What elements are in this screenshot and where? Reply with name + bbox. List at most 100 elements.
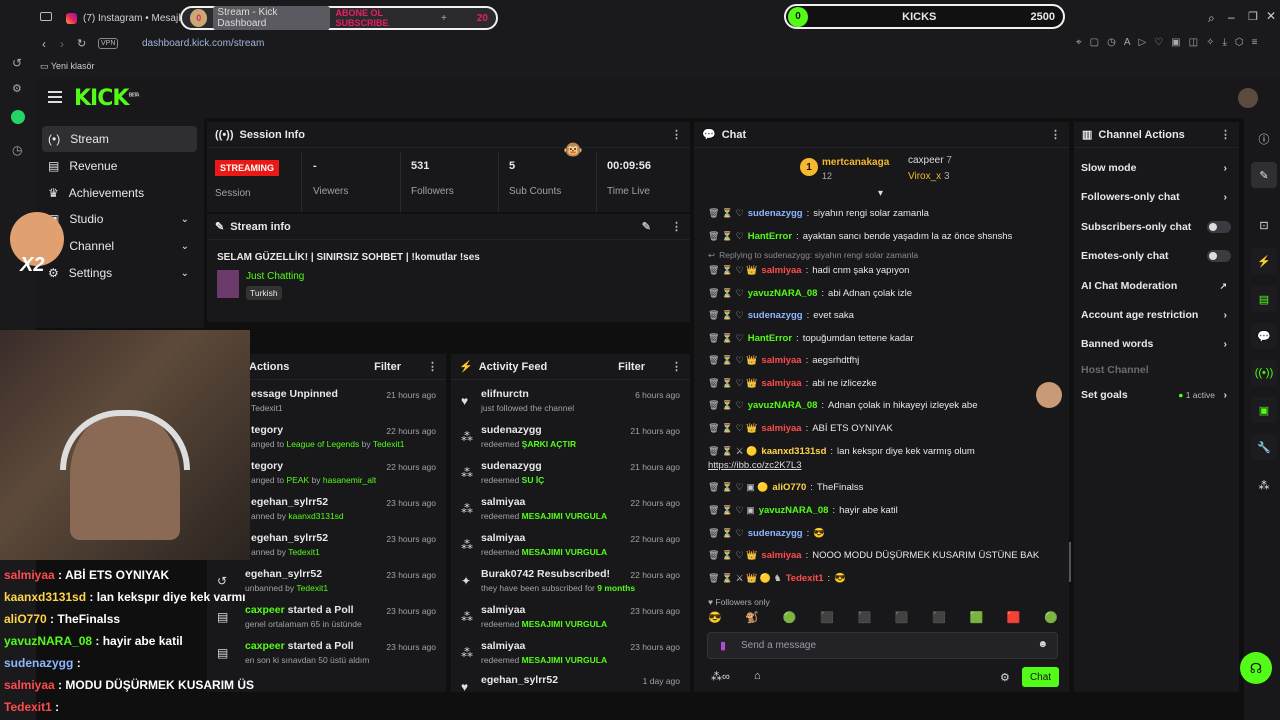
back-icon[interactable]: ‹	[42, 37, 46, 51]
chat-message[interactable]: 🗑 ⏳ ♡ ▣ yavuzNARA_08: hayir abe katil	[708, 503, 898, 517]
chat-user[interactable]: yavuzNARA_08	[748, 288, 818, 299]
info-icon[interactable]: ⓘ	[1251, 126, 1277, 152]
send-chat-button[interactable]: Chat	[1022, 667, 1059, 687]
kebab-icon[interactable]: ⋮	[671, 128, 682, 141]
banned-words-item[interactable]: Banned words ›	[1081, 335, 1231, 353]
whatsapp-icon[interactable]	[11, 110, 25, 124]
slow-mode-item[interactable]: Slow mode ›	[1081, 159, 1231, 177]
nav-item-achievements[interactable]: ♛ Achievements	[42, 180, 197, 206]
emote-icon[interactable]: ⬛	[820, 611, 834, 627]
vpn-badge[interactable]: VPN	[98, 38, 119, 49]
extensions-icon[interactable]: ⚙	[12, 82, 22, 95]
chat-message[interactable]: 🗑 ⏳ ♡ HantError: ayaktan sancı bende yaşad…	[708, 229, 1012, 243]
nav-item-studio[interactable]: ▣Studio⌄	[42, 206, 197, 232]
chat-icon[interactable]: 💬	[1251, 323, 1277, 349]
emoji-icon[interactable]: ☻	[1037, 639, 1048, 650]
collapse-icon[interactable]: ▾	[878, 188, 883, 199]
category-link[interactable]: Just Chatting	[246, 271, 304, 282]
ai-moderation-item[interactable]: AI Chat Moderation ↗	[1081, 277, 1231, 295]
clock-icon[interactable]: ◷	[12, 143, 22, 157]
emote-icon[interactable]: ⬛	[932, 611, 946, 627]
kick-logo[interactable]: KICKBETA	[74, 86, 140, 111]
snapshot-icon[interactable]: ▢	[1090, 37, 1099, 48]
filter-button[interactable]: Filter	[374, 361, 401, 373]
nav-item-stream[interactable]: (•) Stream	[42, 126, 197, 152]
bookmark-folder[interactable]: ▭ Yeni klasör	[40, 61, 95, 72]
search-icon[interactable]: ⌕	[1208, 11, 1215, 26]
translate-icon[interactable]: A	[1124, 37, 1131, 48]
screenshot-icon[interactable]: ⊡	[1251, 212, 1277, 238]
store-icon[interactable]: ⌂	[754, 670, 761, 682]
emote-icon[interactable]: ⬛	[895, 611, 909, 627]
chat-user[interactable]: yavuzNARA_08	[748, 400, 818, 411]
emote-icon[interactable]: 🟢	[1044, 611, 1058, 627]
emotes-only-toggle[interactable]	[1207, 250, 1231, 262]
chat-user[interactable]: salmiyaa	[761, 550, 801, 561]
kebab-icon[interactable]: ⋮	[671, 220, 682, 233]
play-icon[interactable]: ▷	[1139, 37, 1147, 48]
points-icon[interactable]: ⁂∞	[711, 670, 730, 683]
url-field[interactable]: dashboard.kick.com/stream	[142, 38, 264, 49]
notes-icon[interactable]: ▤	[1251, 286, 1277, 312]
chat-input[interactable]: ▮ Send a message ☻	[707, 632, 1058, 659]
gear-icon[interactable]: ⚙	[1000, 671, 1010, 684]
tabs-icon[interactable]	[40, 12, 52, 21]
hamburger-icon[interactable]	[48, 91, 62, 103]
maximize-icon[interactable]: ❐	[1248, 10, 1258, 23]
pin-icon[interactable]: ⌖	[1076, 37, 1082, 48]
emote-icon[interactable]: 🟢	[783, 611, 797, 627]
chat-message[interactable]: 🗑 ⏳ ♡ yavuzNARA_08: Adnan çolak in hikayey…	[708, 398, 978, 412]
chat-message[interactable]: 🗑 ⏳ ♡ HantError: topuğumdan tettene kadar	[708, 331, 914, 345]
emote-icon[interactable]: 🟩	[970, 611, 984, 627]
forward-icon[interactable]: ›	[60, 37, 64, 51]
chat-message[interactable]: 🗑 ⏳ ♡ ▣ 🟡 aliO770: TheFinalss	[708, 480, 863, 494]
puzzle-icon[interactable]: ✧	[1206, 37, 1214, 48]
chat-user[interactable]: Tedexit1	[786, 573, 824, 584]
edit-icon[interactable]: ✎	[1251, 162, 1277, 188]
chat-message[interactable]: 🗑 ⏳ ♡ 👑 salmiyaa: aegsrhdtfhj	[708, 353, 859, 367]
more-icon[interactable]: ≡	[1252, 37, 1258, 48]
microphone-icon[interactable]: ▮	[720, 639, 726, 652]
nav-item-settings[interactable]: ⚙ Settings ⌄	[42, 260, 197, 286]
history-icon[interactable]: ↺	[12, 56, 22, 70]
chat-user[interactable]: kaanxd3131sd	[761, 446, 826, 457]
chat-message[interactable]: 🗑 ⏳ ⚔ 🟡 kaanxd3131sd: lan kekspır diye kek…	[708, 444, 975, 458]
chat-user[interactable]: sudenazygg	[748, 310, 803, 321]
chat-message[interactable]: 🗑 ⏳ ♡ 👑 salmiyaa: hadi cnm şaka yapıyon	[708, 263, 909, 277]
nav-item-revenue[interactable]: ▤ Revenue	[42, 153, 197, 179]
chat-user[interactable]: yavuzNARA_08	[759, 505, 829, 516]
emote-icon[interactable]: ⬛	[857, 611, 871, 627]
extension-icon[interactable]: ▣	[1171, 37, 1180, 48]
heart-icon[interactable]: ♡	[1154, 37, 1163, 48]
emote-icon[interactable]: 🐒	[745, 611, 759, 627]
chat-user[interactable]: HantError	[748, 231, 792, 242]
chat-link[interactable]: https://ibb.co/zc2K7L3	[708, 458, 801, 472]
chat-message[interactable]: 🗑 ⏳ ♡ sudenazygg: 😎	[708, 526, 825, 540]
kebab-icon[interactable]: ⋮	[427, 360, 438, 373]
subscribers-only-item[interactable]: Subscribers-only chat	[1081, 218, 1231, 236]
nav-item-channel[interactable]: ▦Channel⌄	[42, 233, 197, 259]
followers-only-item[interactable]: Followers-only chat ›	[1081, 188, 1231, 206]
chat-message[interactable]: 🗑 ⏳ ♡ 👑 salmiyaa: NOOO MODU DÜŞÜRMEK KUSAR…	[708, 548, 1039, 562]
chat-message[interactable]: 🗑 ⏳ ♡ yavuzNARA_08: abi Adnan çolak izle	[708, 286, 912, 300]
support-button[interactable]: ☊	[1240, 652, 1272, 684]
points-icon[interactable]: ⁂	[1251, 472, 1277, 498]
tab-instagram[interactable]: (7) Instagram • Mesajlar	[58, 6, 197, 30]
emote-icon[interactable]: 🟥	[1007, 611, 1021, 627]
emote-icon[interactable]: 😎	[708, 611, 722, 627]
bolt-icon[interactable]: ⚡	[1251, 248, 1277, 274]
chat-user[interactable]: salmiyaa	[761, 355, 801, 366]
avatar[interactable]	[1238, 88, 1258, 108]
kebab-icon[interactable]: ⋮	[1220, 128, 1231, 141]
chat-user[interactable]: aliO770	[772, 482, 806, 493]
chat-message[interactable]: 🗑 ⏳ ♡ sudenazygg: siyahın rengi solar zama…	[708, 206, 929, 220]
minimize-icon[interactable]: –	[1228, 10, 1235, 24]
subscribers-only-toggle[interactable]	[1207, 221, 1231, 233]
kebab-icon[interactable]: ⋮	[1050, 128, 1061, 141]
set-goals-item[interactable]: Set goals ● 1 active ›	[1081, 386, 1231, 404]
chat-user[interactable]: salmiyaa	[761, 378, 801, 389]
chat-message[interactable]: 🗑 ⏳ ♡ 👑 salmiyaa: abi ne izlicezke	[708, 376, 877, 390]
wallet-icon[interactable]: ◫	[1189, 37, 1198, 48]
chat-user[interactable]: HantError	[748, 333, 792, 344]
close-icon[interactable]: ✕	[1266, 9, 1276, 23]
